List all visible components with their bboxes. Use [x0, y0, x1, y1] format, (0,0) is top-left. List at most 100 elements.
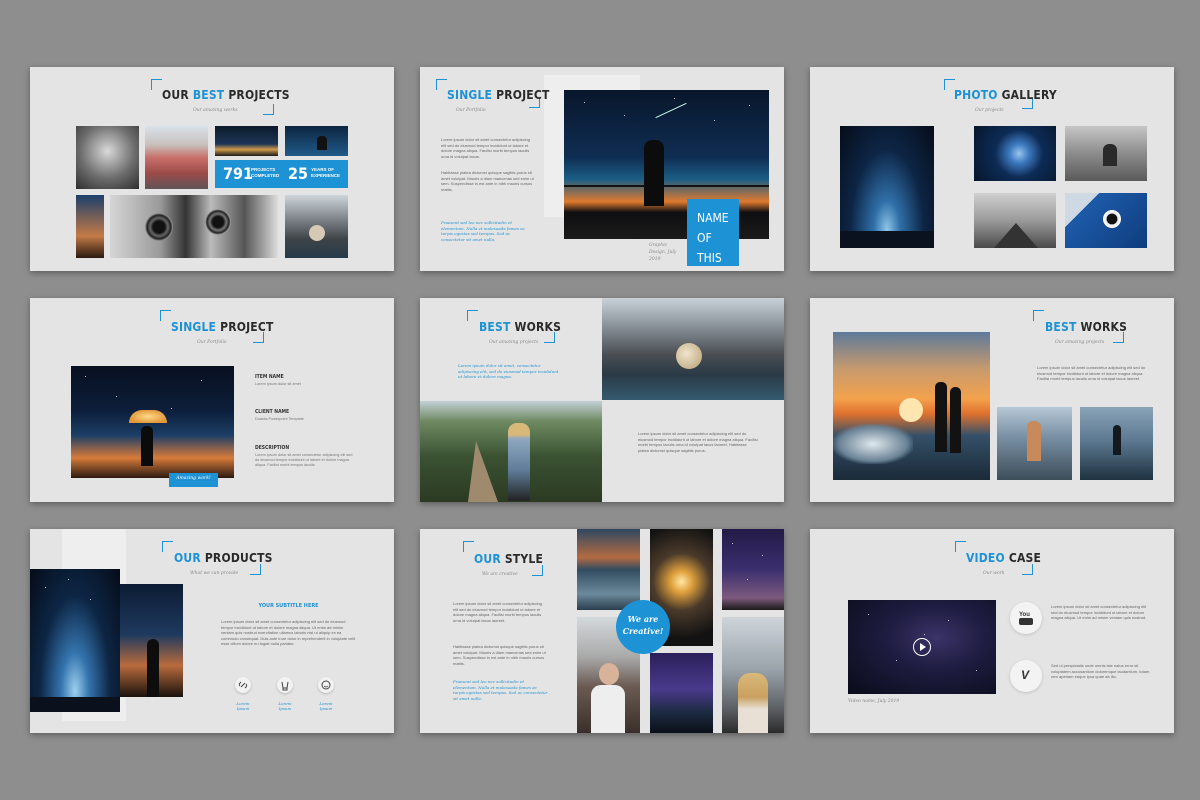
photo-blue-flower: [974, 126, 1056, 181]
video-caption: Video name, July 2019: [848, 699, 900, 704]
photo-coffee-cup: [1065, 193, 1147, 248]
photo-glass-floor: [997, 407, 1072, 480]
photo-city-night: [215, 126, 278, 156]
badge-text: NAME OF THIS WORK: [697, 211, 729, 265]
body-text: Habitasse platea dictumst quisque sagitt…: [453, 644, 546, 666]
icon-caption: Lorem Ipsum: [236, 701, 250, 711]
smiley-icon[interactable]: [318, 677, 334, 693]
slide-subtitle: Our amazing works: [193, 108, 238, 113]
corner-bracket: [532, 565, 543, 576]
we-are-creative-circle: We are Creative!: [616, 600, 670, 654]
icon-caption: Lorem Ipsum: [278, 701, 292, 711]
photo-sunset-couple: [833, 332, 990, 480]
youtube-text: Lorem ipsum dolor sit amet consectetur a…: [1051, 604, 1147, 620]
slide-title: OUR BEST PROJECTS: [162, 88, 290, 102]
photo-clouds: [76, 126, 139, 189]
amazing-work-button[interactable]: Amazing work!: [169, 473, 218, 487]
slide-subtitle: Our work: [983, 571, 1005, 576]
italic-quote: Praesent sed leo nec sollicitudin et ele…: [453, 679, 548, 701]
photo-reflection-person: [1080, 407, 1153, 480]
client-name-value: Duarda Powerpoint Template: [255, 417, 304, 421]
vimeo-icon[interactable]: V: [1010, 660, 1042, 692]
slide-best-works-2[interactable]: BEST WORKS Our amazing projects Lorem ip…: [810, 298, 1174, 502]
corner-bracket: [436, 79, 447, 90]
corner-bracket: [1022, 564, 1033, 575]
icon-caption: Lorem Ipsum: [319, 701, 333, 711]
slide-title: SINGLE PROJECT: [171, 320, 274, 334]
stat-years-label: YEARS OF EXPERIENCE: [311, 167, 341, 178]
slide-subtitle: Our amazing projects: [489, 340, 539, 345]
slide-subtitle: Our projects: [975, 108, 1004, 113]
slide-subtitle: Our Portfolio: [197, 340, 227, 345]
italic-quote: Praesent sed leo nec sollicitudin et ele…: [441, 220, 525, 242]
stats-banner: 791 PROJECTS COMPLETED 25 YEARS OF EXPER…: [215, 160, 348, 188]
stat-projects-value: 791: [223, 164, 254, 183]
slide-best-works-1[interactable]: BEST WORKS Our amazing projects Lorem ip…: [420, 298, 784, 502]
slide-subtitle: Our Portfolio: [456, 108, 486, 113]
slide-photo-gallery[interactable]: PHOTO GALLERY Our projects: [810, 67, 1174, 271]
play-button-icon[interactable]: [913, 638, 931, 656]
photo-globe-hand: [602, 298, 784, 400]
description-value: Lorem ipsum dolor sit amet consectetur a…: [255, 453, 353, 467]
photo-globe-rocks: [285, 195, 348, 258]
corner-bracket: [250, 564, 261, 575]
slide-subtitle: We are creative: [482, 572, 518, 577]
photo-sky-person: [285, 126, 348, 156]
slide-single-project-1[interactable]: SINGLE PROJECT Our Portfolio Lorem ipsum…: [420, 67, 784, 271]
italic-quote: Lorem ipsum dolor sit amet, consectetur …: [458, 363, 559, 379]
slide-our-best-projects[interactable]: OUR BEST PROJECTS Our amazing works 791 …: [30, 67, 394, 271]
circle-text: We are Creative!: [622, 614, 664, 636]
photo-cameras: [110, 195, 278, 258]
body-text: Lorem ipsum dolor sit amet consectetur a…: [638, 431, 758, 453]
slide-title: PHOTO GALLERY: [954, 88, 1057, 102]
section-subtitle: YOUR SUBTITLE HERE: [258, 603, 319, 609]
slide-video-case[interactable]: VIDEO CASE Our work Video name, July 201…: [810, 529, 1174, 733]
slide-our-products[interactable]: OUR PRODUCTS What we can provide YOUR SU…: [30, 529, 394, 733]
corner-bracket: [162, 541, 173, 552]
slide-title: OUR STYLE: [474, 552, 544, 566]
slide-our-style[interactable]: OUR STYLE We are creative Lorem ipsum do…: [420, 529, 784, 733]
photo-umbrella-lights: [71, 366, 234, 478]
corner-bracket: [151, 79, 162, 90]
photo-night-forest: [650, 653, 713, 733]
name-of-work-badge: NAME OF THIS WORK: [687, 199, 739, 266]
slide-title: VIDEO CASE: [966, 551, 1042, 565]
youtube-icon[interactable]: You: [1010, 602, 1042, 634]
photo-forest-path: [420, 401, 602, 502]
photo-photographer: [1065, 126, 1147, 181]
photo-pier: [974, 193, 1056, 248]
body-text: Lorem ipsum dolor sit amet consectetur a…: [221, 619, 356, 646]
photo-purple-sky: [722, 529, 784, 610]
video-player[interactable]: [848, 600, 996, 694]
corner-bracket: [467, 310, 478, 321]
corner-bracket: [463, 541, 474, 552]
peace-hand-icon[interactable]: [277, 677, 293, 693]
corner-bracket: [1033, 310, 1044, 321]
photo-sparkler: [76, 195, 104, 258]
item-name-value: Lorem ipsum dolor sit amet: [255, 382, 301, 386]
slide-subtitle: What we can provide: [190, 571, 239, 576]
stat-years-value: 25: [288, 164, 309, 183]
body-text: Lorem ipsum dolor sit amet consectetur a…: [441, 137, 530, 159]
slide-title: BEST WORKS: [479, 320, 562, 334]
corner-bracket: [263, 104, 274, 115]
corner-bracket: [955, 541, 966, 552]
photo-light-beam-tall: [30, 569, 120, 712]
slide-subtitle: Our amazing projects: [1055, 340, 1105, 345]
link-icon[interactable]: [235, 677, 251, 693]
slide-title: OUR PRODUCTS: [174, 551, 273, 565]
photo-street: [145, 126, 208, 189]
slide-title: SINGLE PROJECT: [447, 88, 550, 102]
body-text: Lorem ipsum dolor sit amet consectetur a…: [1037, 365, 1146, 381]
body-text: Lorem ipsum dolor sit amet consectetur a…: [453, 601, 542, 623]
photo-aerial-islands: [577, 529, 640, 610]
item-name-label: ITEM NAME: [255, 374, 284, 380]
photo-woman-sunset: [120, 584, 183, 697]
slide-single-project-2[interactable]: SINGLE PROJECT Our Portfolio Amazing wor…: [30, 298, 394, 502]
photo-light-beam: [840, 126, 934, 248]
caption: Graphic Design, July 2019: [649, 243, 677, 262]
photo-city-blonde: [722, 617, 784, 733]
corner-bracket: [160, 310, 171, 321]
button-label: Amazing work!: [176, 476, 211, 481]
stat-projects-label: PROJECTS COMPLETED: [251, 167, 280, 178]
